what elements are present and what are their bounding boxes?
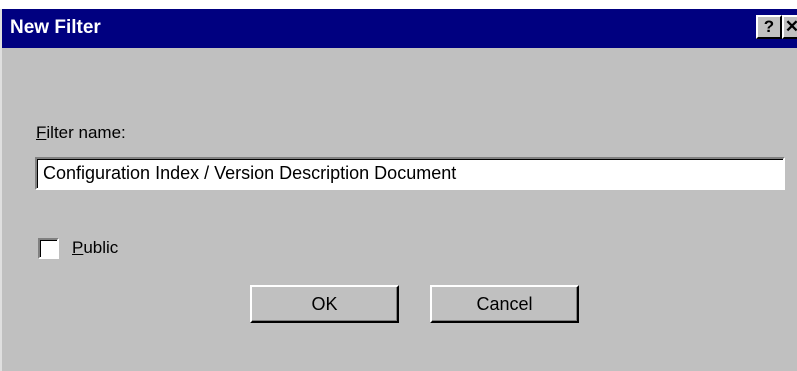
title-bar[interactable]: New Filter ? ✕: [2, 9, 797, 48]
close-button[interactable]: ✕: [782, 15, 797, 39]
filter-name-mnemonic: F: [36, 123, 47, 142]
filter-name-input[interactable]: [35, 157, 785, 190]
ok-button[interactable]: OK: [250, 285, 399, 323]
new-filter-dialog: New Filter ? ✕ Filter name: Public OK Ca…: [0, 9, 797, 371]
help-icon: ?: [763, 17, 775, 36]
public-label[interactable]: Public: [72, 238, 118, 258]
close-icon: ✕: [784, 17, 797, 36]
public-mnemonic: P: [72, 238, 84, 257]
cancel-button[interactable]: Cancel: [430, 285, 579, 323]
filter-name-label: Filter name:: [36, 123, 126, 143]
public-label-text: ublic: [83, 238, 119, 257]
public-checkbox[interactable]: [38, 238, 59, 259]
window-title: New Filter: [10, 17, 101, 38]
help-button[interactable]: ?: [756, 15, 782, 39]
filter-name-label-text: ilter name:: [46, 123, 126, 142]
